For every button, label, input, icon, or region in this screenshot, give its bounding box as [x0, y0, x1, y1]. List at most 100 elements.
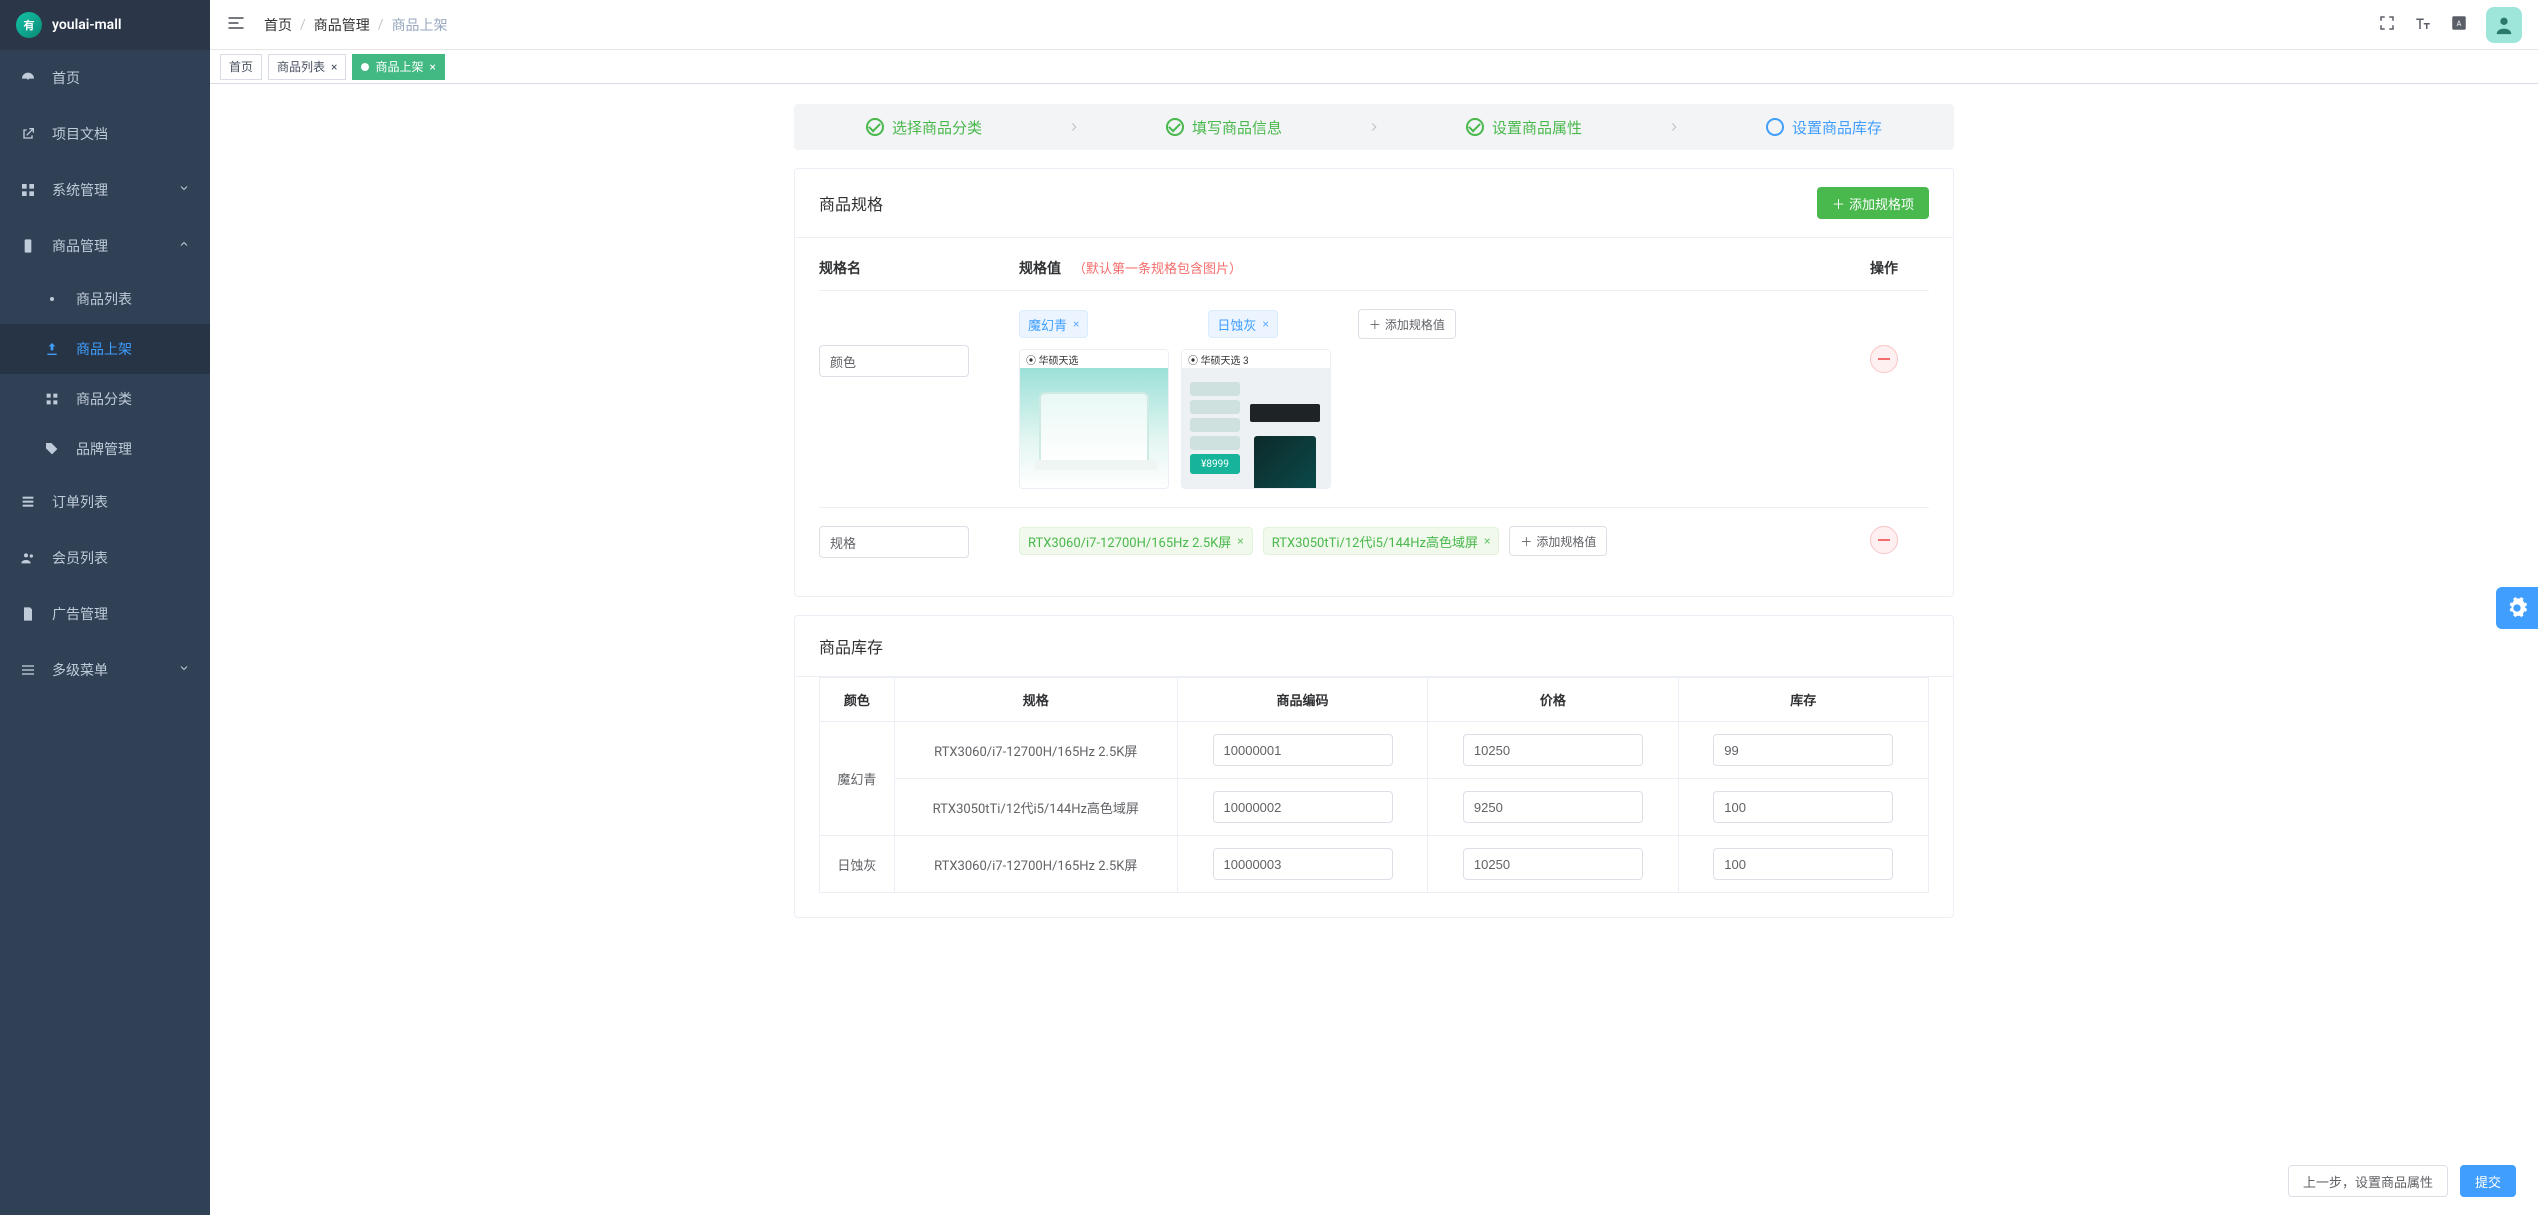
breadcrumb-home[interactable]: 首页: [264, 15, 292, 35]
button-label: 添加规格项: [1849, 194, 1914, 213]
tag-label: 魔幻青: [1028, 315, 1067, 334]
price-input[interactable]: [1463, 791, 1643, 823]
tab-goods-publish[interactable]: 商品上架×: [352, 54, 444, 80]
code-input[interactable]: [1213, 791, 1393, 823]
topbar: 首页 / 商品管理 / 商品上架 A: [210, 0, 2538, 50]
spec-row-color: 魔幻青 × 日蚀灰× ＋添加规格值 ⦿ 华硕天选: [819, 290, 1929, 507]
cell-color: 魔幻青: [820, 722, 895, 836]
check-icon: [866, 118, 884, 136]
code-input[interactable]: [1213, 734, 1393, 766]
close-icon[interactable]: ×: [1484, 534, 1490, 548]
close-icon[interactable]: ×: [1073, 317, 1079, 331]
sidebar-item-brand[interactable]: 品牌管理: [0, 424, 210, 474]
tab-home[interactable]: 首页: [220, 54, 262, 80]
spec-head-value-label: 规格值: [1019, 261, 1061, 277]
sidebar: 有 youlai-mall 首页 项目文档 系统管理 商品管理: [0, 0, 210, 1215]
close-icon[interactable]: ×: [1262, 317, 1268, 331]
language-icon[interactable]: A: [2450, 14, 2468, 36]
spec-value-tag[interactable]: RTX3060/i7-12700H/165Hz 2.5K屏×: [1019, 527, 1253, 555]
breadcrumb-sep: /: [300, 17, 306, 33]
spec-value-tag[interactable]: RTX3050tTi/12代i5/144Hz高色域屏 ×: [1263, 527, 1500, 555]
chevron-down-icon: [178, 662, 190, 678]
sidebar-item-label: 商品分类: [76, 389, 132, 409]
breadcrumb-sep: /: [378, 17, 384, 33]
sidebar-item-ads[interactable]: 广告管理: [0, 586, 210, 642]
spec-name-input[interactable]: [819, 345, 969, 377]
thumb-price: ¥8999: [1190, 454, 1240, 474]
spec-hint: （默认第一条规格包含图片）: [1073, 262, 1242, 277]
stock-input[interactable]: [1713, 848, 1893, 880]
tabs-bar: 首页 商品列表× 商品上架×: [210, 50, 2538, 84]
spec-row-spec: RTX3060/i7-12700H/165Hz 2.5K屏× RTX3050tT…: [819, 507, 1929, 576]
app-name: youlai-mall: [52, 17, 121, 33]
circle-icon: [1766, 118, 1784, 136]
sidebar-item-label: 商品列表: [76, 289, 132, 309]
th-color: 颜色: [820, 678, 895, 722]
sidebar-menu: 首页 项目文档 系统管理 商品管理 商品列表 商品上架: [0, 50, 210, 1215]
step-3[interactable]: 设置商品属性: [1394, 117, 1654, 138]
step-sep-icon: [1354, 120, 1394, 134]
font-size-icon[interactable]: [2414, 14, 2432, 36]
settings-float-button[interactable]: [2496, 587, 2538, 629]
spec-image-thumb[interactable]: ⦿ 华硕天选 3 ¥8999: [1181, 349, 1331, 489]
button-label: 添加规格值: [1385, 316, 1445, 333]
code-input[interactable]: [1213, 848, 1393, 880]
list-icon: [20, 494, 38, 510]
spec-name-input[interactable]: [819, 526, 969, 558]
sidebar-item-goods-list[interactable]: 商品列表: [0, 274, 210, 324]
spec-head-ops: 操作: [1839, 258, 1929, 278]
close-icon[interactable]: ×: [429, 60, 435, 74]
close-icon[interactable]: ×: [1237, 534, 1243, 548]
spec-value-tag[interactable]: 日蚀灰×: [1208, 310, 1277, 338]
steps: 选择商品分类 填写商品信息 设置商品属性 设置商品库存: [794, 104, 1954, 150]
footer-bar: 上一步，设置商品属性 提交: [2288, 1165, 2516, 1197]
sidebar-item-home[interactable]: 首页: [0, 50, 210, 106]
logo-icon: 有: [16, 12, 42, 38]
spec-image-thumb[interactable]: ⦿ 华硕天选: [1019, 349, 1169, 489]
breadcrumb-goods[interactable]: 商品管理: [314, 15, 370, 35]
chevron-down-icon: [178, 182, 190, 198]
add-spec-value-button[interactable]: ＋添加规格值: [1509, 526, 1607, 556]
sidebar-item-goods-category[interactable]: 商品分类: [0, 374, 210, 424]
chevron-up-icon: [178, 238, 190, 254]
sidebar-item-goods-publish[interactable]: 商品上架: [0, 324, 210, 374]
sidebar-item-system[interactable]: 系统管理: [0, 162, 210, 218]
sidebar-item-goods[interactable]: 商品管理: [0, 218, 210, 274]
stock-input[interactable]: [1713, 791, 1893, 823]
sidebar-item-label: 品牌管理: [76, 439, 132, 459]
step-label: 设置商品属性: [1492, 117, 1582, 138]
delete-spec-button[interactable]: [1870, 345, 1898, 373]
avatar[interactable]: [2486, 7, 2522, 43]
delete-spec-button[interactable]: [1870, 526, 1898, 554]
close-icon[interactable]: ×: [331, 60, 337, 74]
tag-icon: [44, 441, 62, 457]
sidebar-item-orders[interactable]: 订单列表: [0, 474, 210, 530]
sidebar-item-label: 首页: [52, 68, 80, 88]
category-icon: [44, 391, 62, 407]
step-1[interactable]: 选择商品分类: [794, 117, 1054, 138]
collapse-sidebar-icon[interactable]: [226, 13, 246, 37]
laptop-icon: [1039, 392, 1149, 464]
sidebar-item-multilevel[interactable]: 多级菜单: [0, 642, 210, 698]
fullscreen-icon[interactable]: [2378, 14, 2396, 36]
add-spec-value-button[interactable]: ＋添加规格值: [1358, 309, 1456, 339]
inventory-card-title: 商品库存: [819, 634, 883, 658]
stock-input[interactable]: [1713, 734, 1893, 766]
step-4[interactable]: 设置商品库存: [1694, 117, 1954, 138]
thumb-brand: ⦿ 华硕天选: [1020, 350, 1168, 368]
tab-goods-list[interactable]: 商品列表×: [268, 54, 346, 80]
add-spec-button[interactable]: ＋添加规格项: [1817, 187, 1929, 219]
logo-row: 有 youlai-mall: [0, 0, 210, 50]
step-2[interactable]: 填写商品信息: [1094, 117, 1354, 138]
submit-button[interactable]: 提交: [2460, 1165, 2516, 1197]
spec-value-tag[interactable]: 魔幻青 ×: [1019, 310, 1088, 338]
sidebar-item-docs[interactable]: 项目文档: [0, 106, 210, 162]
price-input[interactable]: [1463, 734, 1643, 766]
tag-label: RTX3050tTi/12代i5/144Hz高色域屏: [1272, 532, 1478, 551]
mobile-icon: [20, 238, 38, 254]
sidebar-item-label: 广告管理: [52, 604, 108, 624]
price-input[interactable]: [1463, 848, 1643, 880]
cell-spec: RTX3060/i7-12700H/165Hz 2.5K屏: [894, 722, 1177, 779]
prev-step-button[interactable]: 上一步，设置商品属性: [2288, 1165, 2448, 1197]
sidebar-item-members[interactable]: 会员列表: [0, 530, 210, 586]
